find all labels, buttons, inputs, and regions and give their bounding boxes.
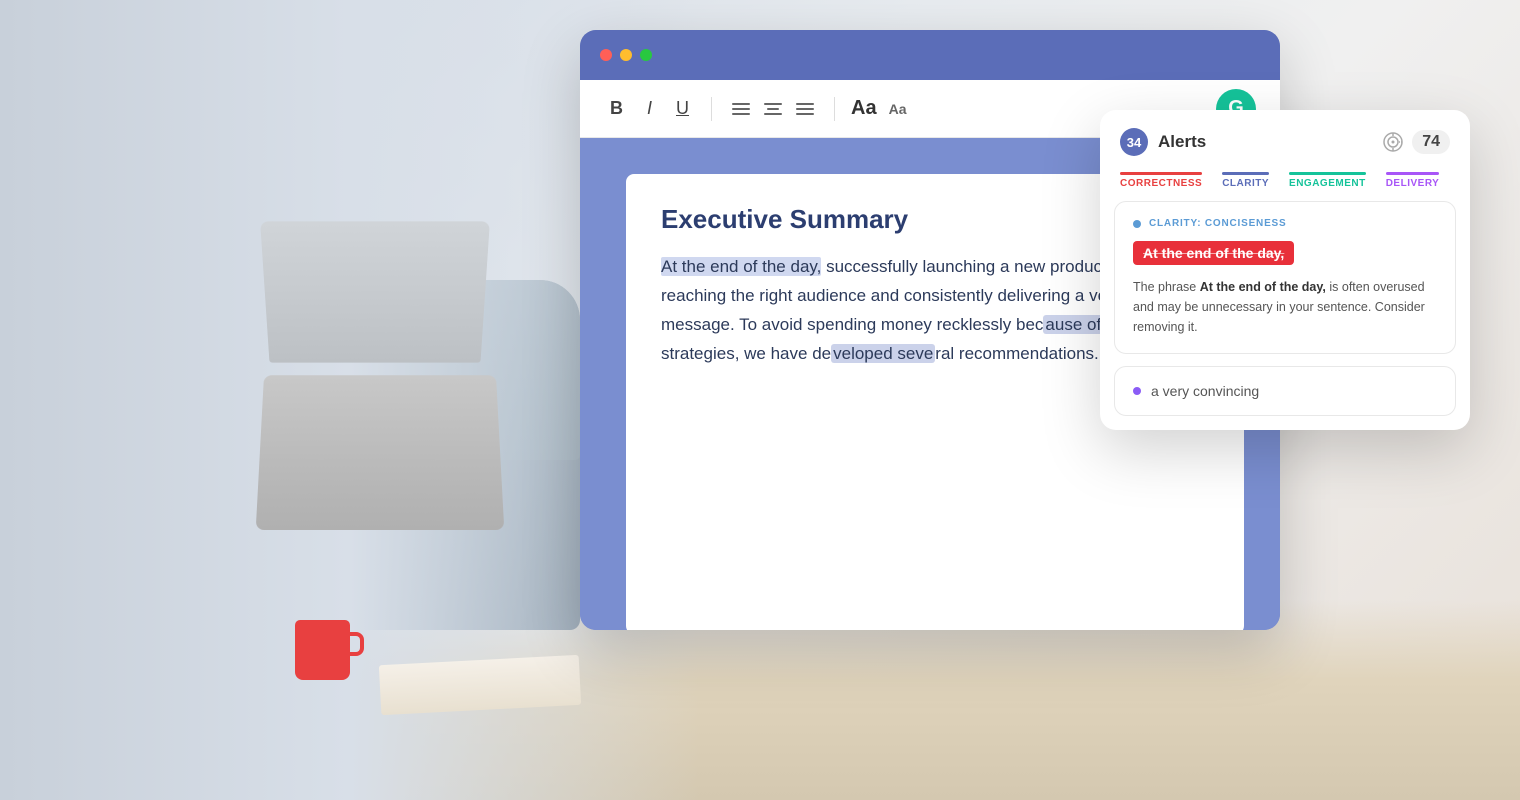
score-target-icon [1382,131,1404,153]
align-left-button[interactable] [728,99,754,119]
tab-correctness-label: CORRECTNESS [1120,178,1202,189]
tab-clarity-label: CLARITY [1222,178,1269,189]
alert-desc-bold: At the end of the day, [1200,280,1326,294]
score-section: 74 [1382,130,1450,154]
delivery-indicator [1386,172,1440,175]
toolbar-separator-1 [711,97,712,121]
align-line-1 [732,103,750,105]
titlebar-minimize-dot[interactable] [620,49,632,61]
align-right-line-3 [796,113,814,115]
floor-books [379,655,581,715]
laptop-screen [260,221,490,362]
font-size-large-button[interactable]: Aa [851,97,877,120]
tab-clarity[interactable]: CLARITY [1222,172,1269,189]
titlebar-expand-dot[interactable] [640,49,652,61]
alert-dot-blue [1133,220,1141,228]
tab-delivery-label: DELIVERY [1386,178,1440,189]
laptop-base [256,375,505,530]
toolbar-separator-2 [834,97,835,121]
mug-handle [348,632,364,656]
convincing-alert-text: a very convincing [1151,383,1259,399]
titlebar-close-dot[interactable] [600,49,612,61]
alerts-count: 34 [1127,135,1141,150]
overall-score: 74 [1412,130,1450,154]
bold-button[interactable]: B [604,94,629,123]
align-center-line-2 [767,108,779,110]
alert-card-header: CLARITY: CONCISENESS [1133,218,1437,229]
sidebar-tabs: CORRECTNESS CLARITY ENGAGEMENT DELIVERY [1100,164,1470,201]
alert-card-clarity[interactable]: CLARITY: CONCISENESS At the end of the d… [1114,201,1456,354]
alert-card-convincing[interactable]: a very convincing [1114,366,1456,416]
alert-dot-purple [1133,387,1141,395]
sidebar-panel: 34 Alerts 74 CORRECTNESS [1100,110,1470,430]
editor-titlebar [580,30,1280,80]
align-center-button[interactable] [760,99,786,119]
alerts-label: Alerts [1158,132,1206,152]
align-line-2 [732,108,750,110]
align-center-line-3 [764,113,782,115]
font-size-small-button[interactable]: Aa [889,101,907,117]
engagement-indicator [1289,172,1366,175]
highlighted-phrase: At the end of the day, [661,257,821,276]
alerts-count-badge: 34 [1120,128,1148,156]
toolbar-align-group [728,99,818,119]
alert-type-label: CLARITY: CONCISENESS [1149,218,1287,229]
italic-button[interactable]: I [641,94,658,123]
obscured-text-2: veloped seve [831,344,935,363]
red-mug [295,620,350,680]
alert-highlighted-phrase: At the end of the day, [1133,241,1294,265]
align-right-line-2 [796,108,814,110]
sidebar-header: 34 Alerts 74 [1100,110,1470,164]
tab-engagement[interactable]: ENGAGEMENT [1289,172,1366,189]
underline-button[interactable]: U [670,94,695,123]
alert-description: The phrase At the end of the day, is oft… [1133,277,1437,337]
align-line-3 [732,113,750,115]
align-right-button[interactable] [792,99,818,119]
ui-overlay: B I U [580,30,1480,710]
clarity-indicator [1222,172,1269,175]
tab-delivery[interactable]: DELIVERY [1386,172,1440,189]
align-center-line-1 [764,103,782,105]
alert-desc-pre: The phrase [1133,280,1200,294]
tab-correctness[interactable]: CORRECTNESS [1120,172,1202,189]
align-right-line-1 [796,103,814,105]
tab-engagement-label: ENGAGEMENT [1289,178,1366,189]
correctness-indicator [1120,172,1202,175]
